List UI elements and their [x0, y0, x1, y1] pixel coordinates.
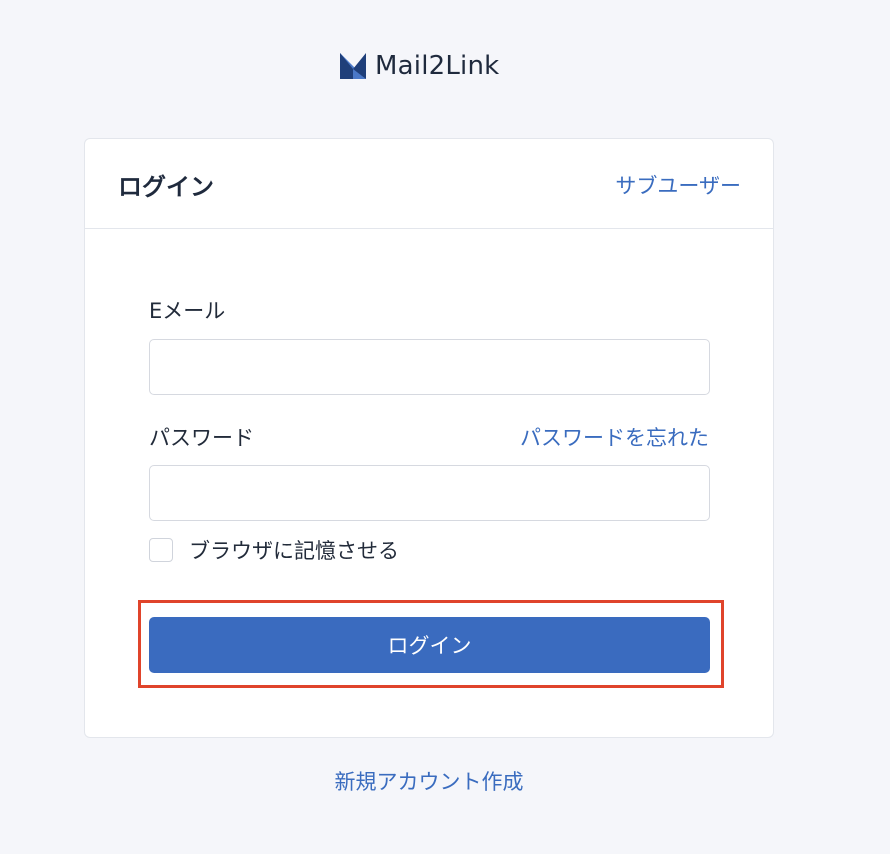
page-title: ログイン	[118, 173, 214, 201]
email-label: Eメール	[149, 299, 226, 323]
brand-logo: Mail2Link	[340, 48, 499, 84]
password-field[interactable]	[149, 465, 710, 521]
email-field[interactable]	[149, 339, 710, 395]
mail2link-logo-icon	[340, 53, 366, 79]
create-account-link[interactable]: 新規アカウント作成	[0, 766, 858, 796]
forgot-password-link[interactable]: パスワードを忘れた	[520, 422, 709, 452]
subuser-login-link[interactable]: サブユーザー	[615, 170, 741, 200]
remember-checkbox[interactable]	[149, 538, 173, 562]
password-label: パスワード	[149, 426, 254, 450]
card-header: ログイン サブユーザー	[85, 139, 773, 229]
remember-me[interactable]: ブラウザに記憶させる	[149, 537, 399, 563]
login-button[interactable]: ログイン	[149, 617, 710, 673]
remember-label: ブラウザに記憶させる	[189, 539, 399, 563]
login-card: ログイン サブユーザー Eメール パスワード パスワードを忘れた ブラウザに記憶…	[84, 138, 774, 738]
brand-name: Mail2Link	[375, 51, 500, 81]
